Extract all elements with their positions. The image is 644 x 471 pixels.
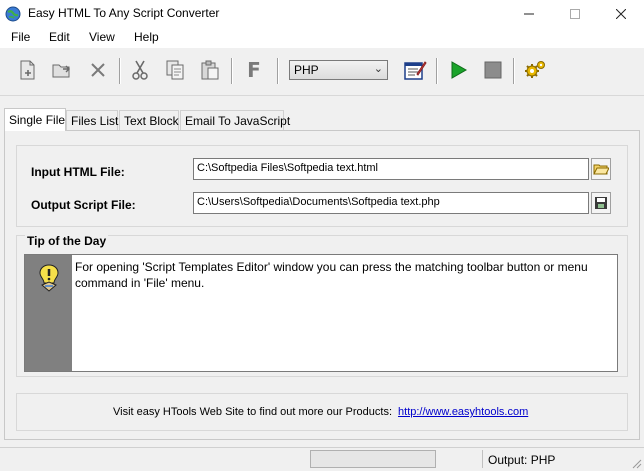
tab-single-file[interactable]: Single File <box>4 108 66 131</box>
minimize-icon <box>524 13 534 15</box>
tip-text: For opening 'Script Templates Editor' wi… <box>75 260 588 290</box>
tab-files-list[interactable]: Files List <box>66 110 118 130</box>
toolbar-separator <box>513 58 515 84</box>
chevron-down-icon: ⌄ <box>373 63 383 75</box>
status-output: Output: PHP <box>488 453 556 467</box>
language-select[interactable]: PHP ⌄ <box>289 60 388 80</box>
copy-button[interactable] <box>161 56 189 84</box>
website-footer-group: Visit easy HTools Web Site to find out m… <box>16 393 628 431</box>
website-link[interactable]: http://www.easyhtools.com <box>398 406 528 418</box>
menu-view[interactable]: View <box>87 30 117 44</box>
format-icon: F <box>247 58 261 82</box>
cut-button[interactable] <box>126 56 154 84</box>
progress-bar <box>310 450 436 468</box>
delete-button[interactable] <box>84 56 112 84</box>
menu-help[interactable]: Help <box>132 30 161 44</box>
status-bar: Output: PHP <box>0 447 644 471</box>
close-icon <box>616 9 626 19</box>
toolbar-separator <box>231 58 233 84</box>
menu-file[interactable]: File <box>9 30 32 44</box>
output-file-label: Output Script File: <box>31 198 136 212</box>
run-icon <box>451 61 468 79</box>
stop-icon <box>484 61 502 79</box>
menu-bar: File Edit View Help <box>0 28 644 48</box>
cut-icon <box>132 60 148 80</box>
tip-title: Tip of the Day <box>25 234 109 248</box>
run-button[interactable] <box>444 56 472 84</box>
status-separator <box>482 450 483 468</box>
minimize-button[interactable] <box>506 0 552 28</box>
footer-row: Visit easy HTools Web Site to find out m… <box>113 406 528 418</box>
folder-open-icon <box>593 164 609 175</box>
paste-button[interactable] <box>196 56 224 84</box>
menu-edit[interactable]: Edit <box>47 30 72 44</box>
new-file-icon <box>20 60 35 80</box>
script-templates-editor-button[interactable] <box>401 56 429 84</box>
script-templates-editor-icon <box>404 61 427 80</box>
paste-icon <box>201 60 219 80</box>
open-file-button[interactable] <box>48 56 76 84</box>
browse-output-button[interactable] <box>591 192 611 214</box>
lightbulb-icon <box>39 264 59 292</box>
new-file-button[interactable] <box>14 56 42 84</box>
file-paths-group: Input HTML File: C:\Softpedia Files\Soft… <box>16 145 628 227</box>
title-bar: Easy HTML To Any Script Converter <box>0 0 644 28</box>
single-file-panel: Input HTML File: C:\Softpedia Files\Soft… <box>4 130 640 440</box>
close-button[interactable] <box>598 0 644 28</box>
settings-button[interactable] <box>521 56 549 84</box>
input-file-field[interactable]: C:\Softpedia Files\Softpedia text.html <box>193 158 589 180</box>
settings-icon <box>525 61 545 78</box>
copy-icon <box>166 60 184 80</box>
app-globe-icon <box>5 6 21 22</box>
tip-box: For opening 'Script Templates Editor' wi… <box>24 254 618 372</box>
window-title: Easy HTML To Any Script Converter <box>28 6 220 20</box>
browse-input-button[interactable] <box>591 158 611 180</box>
save-disk-icon <box>595 197 607 209</box>
toolbar: F PHP ⌄ <box>0 48 644 96</box>
language-select-value: PHP <box>294 63 319 77</box>
maximize-icon <box>570 9 580 19</box>
tip-side-strip <box>25 255 72 371</box>
toolbar-separator <box>436 58 438 84</box>
toolbar-separator <box>119 58 121 84</box>
tab-email-to-javascript[interactable]: Email To JavaScript <box>180 110 290 130</box>
input-file-label: Input HTML File: <box>31 165 125 179</box>
footer-text: Visit easy HTools Web Site to find out m… <box>113 406 393 418</box>
format-button[interactable]: F <box>240 56 268 84</box>
delete-icon <box>91 63 105 77</box>
tip-of-the-day-group: Tip of the Day For opening 'Script Templ… <box>16 234 628 377</box>
resize-grip-icon[interactable] <box>630 457 642 469</box>
maximize-button[interactable] <box>552 0 598 28</box>
open-file-icon <box>52 64 70 78</box>
output-file-field[interactable]: C:\Users\Softpedia\Documents\Softpedia t… <box>193 192 589 214</box>
toolbar-separator <box>277 58 279 84</box>
tab-text-block[interactable]: Text Block <box>119 110 179 130</box>
stop-button[interactable] <box>479 56 507 84</box>
